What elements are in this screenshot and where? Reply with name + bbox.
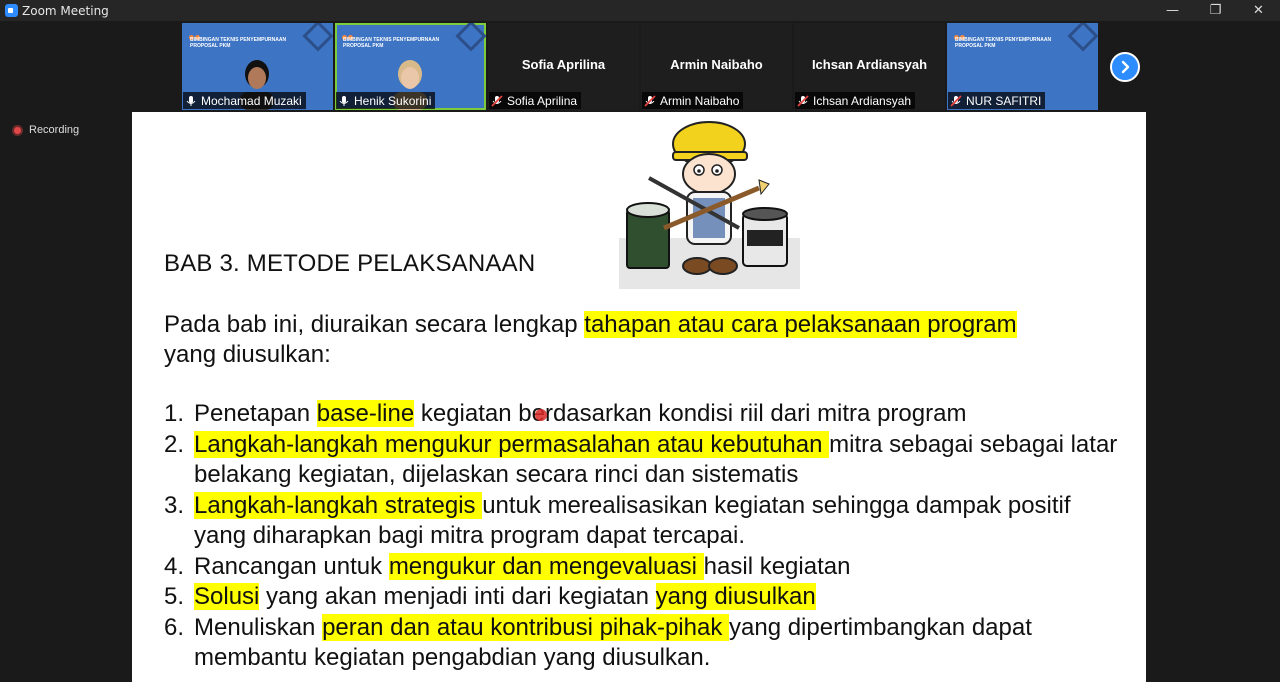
- method-list-item: 6. Menuliskan peran dan atau kontribusi p…: [164, 613, 1124, 674]
- method-list-item: 1. Penetapan base-line kegiatan berdasark…: [164, 399, 1124, 430]
- chevron-right-icon: [1121, 60, 1130, 74]
- decor-diamond-icon: [1067, 23, 1098, 52]
- mic-muted-icon: [644, 94, 656, 107]
- participant-tile[interactable]: Sofia Aprilina Sofia Aprilina: [488, 23, 639, 110]
- highlighted-text: Langkah-langkah strategis: [194, 491, 483, 519]
- mic-muted-icon: [491, 94, 503, 107]
- participant-name: Mochamad Muzaki: [201, 93, 302, 108]
- list-item-text: hasil kegiatan: [703, 552, 851, 580]
- participant-big-name: Sofia Aprilina: [521, 57, 606, 72]
- participant-name: Armin Naibaho: [660, 93, 740, 108]
- participant-name-bar: Henik Sukorini: [336, 92, 436, 109]
- tile-slide-title: BIMBINGAN TEKNIS PENYEMPURNAAN PROPOSAL …: [343, 37, 440, 49]
- participant-big-name: Armin Naibaho: [670, 57, 763, 72]
- participant-name: Ichsan Ardiansyah: [813, 93, 912, 108]
- list-item-number: 2.: [164, 430, 185, 458]
- highlighted-text: Langkah-langkah mengukur permasalahan at…: [194, 430, 830, 458]
- method-list-item: 2. Langkah-langkah mengukur permasalahan …: [164, 430, 1124, 491]
- method-list: 1. Penetapan base-line kegiatan berdasark…: [164, 399, 1124, 674]
- list-item-number: 3.: [164, 491, 185, 519]
- method-list-item: 3. Langkah-langkah strategis untuk mereal…: [164, 491, 1124, 552]
- minimize-button[interactable]: —: [1151, 0, 1194, 21]
- recording-dot-icon: [12, 124, 23, 136]
- highlighted-text: yang diusulkan: [655, 583, 816, 610]
- construction-worker-illustration: [619, 121, 800, 289]
- mic-muted-icon: [797, 94, 809, 107]
- participant-name: Henik Sukorini: [354, 93, 432, 108]
- list-item-text: Menuliskan: [194, 613, 323, 641]
- method-list-item: 5. Solusi yang akan menjadi inti dari keg…: [164, 582, 1124, 613]
- list-item-number: 4.: [164, 552, 185, 580]
- window-titlebar: Zoom Meeting — ❐ ✕: [0, 0, 1280, 21]
- participant-tile[interactable]: Ichsan Ardiansyah Ichsan Ardiansyah: [794, 23, 945, 110]
- participant-name-bar: Ichsan Ardiansyah: [795, 92, 916, 109]
- participant-big-name: Ichsan Ardiansyah: [811, 57, 928, 72]
- participant-tile[interactable]: BIMBINGAN TEKNIS PENYEMPURNAAN PROPOSAL …: [335, 23, 486, 110]
- participant-tile[interactable]: Armin Naibaho Armin Naibaho: [641, 23, 792, 110]
- close-button[interactable]: ✕: [1237, 0, 1280, 21]
- list-item-number: 1.: [164, 400, 185, 427]
- list-item-text: Rancangan untuk: [194, 552, 389, 580]
- participant-tile[interactable]: BIMBINGAN TEKNIS PENYEMPURNAAN PROPOSAL …: [947, 23, 1098, 110]
- list-item-text: yang akan menjadi inti dari kegiatan: [259, 583, 656, 610]
- recording-indicator[interactable]: Recording: [12, 124, 79, 136]
- recording-label: Recording: [29, 124, 80, 136]
- list-item-text: Penetapan: [194, 400, 317, 427]
- participant-name: NUR SAFITRI: [966, 93, 1042, 108]
- restore-button[interactable]: ❐: [1194, 0, 1237, 21]
- highlighted-text: peran dan atau kontribusi pihak-pihak: [322, 613, 729, 641]
- window-title: Zoom Meeting: [22, 3, 109, 18]
- participant-name-bar: NUR SAFITRI: [948, 92, 1046, 109]
- highlighted-text: mengukur dan mengevaluasi: [388, 552, 704, 580]
- participant-gallery: BIMBINGAN TEKNIS PENYEMPURNAAN PROPOSAL …: [182, 23, 1098, 110]
- participant-name-bar: Mochamad Muzaki: [183, 92, 306, 109]
- intro-highlight: tahapan atau cara pelaksanaan program: [584, 311, 1017, 338]
- tile-slide-title: BIMBINGAN TEKNIS PENYEMPURNAAN PROPOSAL …: [955, 37, 1052, 49]
- highlighted-text: base-line: [316, 400, 415, 427]
- tile-slide-title: BIMBINGAN TEKNIS PENYEMPURNAAN PROPOSAL …: [190, 37, 287, 49]
- mini-logo-icon: [189, 27, 203, 40]
- shared-slide: BAB 3. METODE PELAKSANAAN Pada bab ini, …: [132, 112, 1146, 682]
- list-item-number: 6.: [164, 613, 185, 641]
- slide-intro: Pada bab ini, diuraikan secara lengkap t…: [164, 310, 1114, 370]
- intro-tail: yang diusulkan:: [164, 341, 331, 368]
- list-item-number: 5.: [164, 583, 185, 610]
- decor-diamond-icon: [455, 23, 486, 52]
- mini-logo-icon: [342, 27, 356, 40]
- mic-muted-icon: [950, 94, 962, 107]
- decor-diamond-icon: [302, 23, 333, 52]
- gallery-next-button[interactable]: [1110, 52, 1140, 82]
- participant-tile[interactable]: BIMBINGAN TEKNIS PENYEMPURNAAN PROPOSAL …: [182, 23, 333, 110]
- slide-heading: BAB 3. METODE PELAKSANAAN: [164, 250, 536, 277]
- method-list-item: 4. Rancangan untuk mengukur dan mengevalu…: [164, 552, 1124, 583]
- participant-name-bar: Armin Naibaho: [642, 92, 744, 109]
- zoom-app-icon: [5, 4, 18, 17]
- participant-name-bar: Sofia Aprilina: [489, 92, 582, 109]
- mic-icon: [186, 95, 196, 106]
- mic-icon: [339, 95, 349, 106]
- annotation-pointer: [535, 409, 547, 421]
- highlighted-text: Solusi: [194, 583, 260, 610]
- list-item-text: kegiatan berdasarkan kondisi riil dari m…: [414, 400, 967, 427]
- participant-name: Sofia Aprilina: [507, 93, 578, 108]
- intro-text: Pada bab ini, diuraikan secara lengkap: [164, 311, 585, 338]
- mini-logo-icon: [954, 27, 968, 40]
- window-controls: — ❐ ✕: [1151, 0, 1280, 21]
